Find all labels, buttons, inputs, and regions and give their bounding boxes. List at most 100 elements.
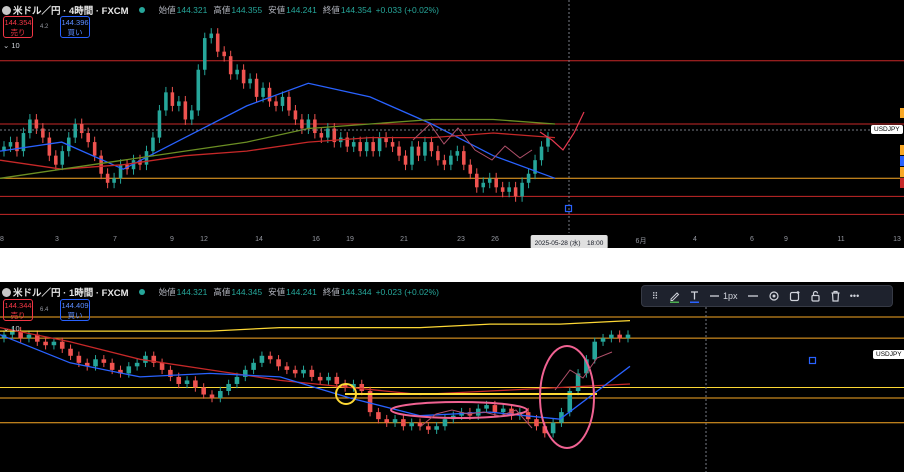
- level-marker: [900, 167, 904, 177]
- drawing-toolbar[interactable]: ⠿ 1px •••: [641, 285, 893, 307]
- candle-body: [68, 348, 73, 356]
- candle-body: [43, 341, 48, 346]
- symbol-header: 米ドル／円 · 4時間 · FXCM 始値 144.321 高値 144.355 安…: [0, 3, 439, 17]
- candle-body: [134, 362, 140, 367]
- price-tag: USDJPY: [873, 350, 904, 359]
- change-value: +0.033 (+0.02%): [375, 5, 439, 15]
- high-label: 高値: [213, 5, 231, 15]
- candle-body: [317, 376, 323, 381]
- symbol-title[interactable]: 米ドル／円 · 1時間 · FXCM: [13, 285, 129, 299]
- candle-body: [254, 78, 259, 97]
- line-width-icon[interactable]: [747, 289, 759, 303]
- candle-body: [326, 376, 331, 381]
- candle-body: [301, 369, 306, 374]
- sell-button[interactable]: 144.344 売り: [3, 299, 33, 321]
- settings-icon[interactable]: [768, 289, 780, 303]
- candle-body: [234, 376, 240, 384]
- lock-icon[interactable]: [810, 289, 821, 303]
- candle-body: [190, 110, 194, 120]
- candle-body: [235, 69, 239, 75]
- candle-body: [209, 33, 214, 39]
- candle-body: [403, 155, 408, 165]
- candle-body: [609, 334, 614, 339]
- buy-button[interactable]: 144.409 買い: [60, 299, 90, 321]
- candle-body: [176, 376, 182, 384]
- candle-body: [507, 187, 511, 192]
- candle-body: [409, 422, 414, 427]
- open-value: 144.321: [176, 5, 208, 15]
- candle-body: [426, 426, 431, 430]
- candle-body: [481, 182, 486, 188]
- candle-body: [28, 119, 32, 134]
- candle-body: [47, 137, 52, 156]
- drag-handle-icon[interactable]: ⠿: [650, 289, 660, 303]
- candle-body: [364, 142, 369, 152]
- candle-body: [261, 87, 265, 97]
- candle-body: [226, 383, 231, 391]
- trash-icon[interactable]: [830, 289, 841, 303]
- buy-label: 買い: [67, 28, 83, 37]
- text-icon[interactable]: [689, 289, 700, 303]
- chart-area-1h[interactable]: [0, 282, 904, 472]
- candle-body: [54, 155, 58, 165]
- candle-body: [600, 338, 606, 342]
- spread-value: 4.2: [40, 24, 49, 30]
- currency-flag-icon: [2, 287, 11, 297]
- candle-body: [292, 369, 298, 374]
- pencil-icon[interactable]: [669, 289, 680, 303]
- x-tick-label: 12: [200, 236, 208, 243]
- wave-path: [412, 123, 533, 161]
- indicators-toggle[interactable]: ⌄ 10: [3, 41, 20, 50]
- candle-body: [392, 419, 398, 423]
- candle-body: [520, 182, 524, 197]
- chart-panel-1h[interactable]: 米ドル／円 · 1時間 · FXCM 始値 144.321 高値 144.345 安…: [0, 282, 904, 472]
- alert-icon[interactable]: [789, 289, 801, 303]
- candle-body: [202, 38, 207, 70]
- chevron-down-icon: ⌄: [3, 41, 10, 50]
- candle-body: [449, 155, 453, 165]
- candle-body: [109, 362, 115, 370]
- candle-body: [319, 133, 324, 138]
- close-value: 144.344: [340, 287, 372, 297]
- close-value: 144.354: [340, 5, 372, 15]
- buy-button[interactable]: 144.396 買い: [60, 16, 90, 38]
- candle-body: [76, 355, 82, 363]
- x-tick-label: 14: [255, 236, 263, 243]
- more-icon[interactable]: •••: [850, 289, 860, 303]
- indicators-toggle[interactable]: ⌄ 10: [3, 324, 20, 333]
- candle-body: [487, 178, 492, 183]
- candle-body: [442, 160, 447, 165]
- x-tick-label: 21: [400, 236, 408, 243]
- symbol-header: 米ドル／円 · 1時間 · FXCM 始値 144.321 高値 144.345 安…: [0, 285, 439, 299]
- x-tick-label: 16: [312, 236, 320, 243]
- candle-body: [351, 142, 356, 147]
- candle-body: [118, 164, 123, 179]
- candle-body: [500, 187, 505, 192]
- candle-body: [280, 96, 285, 106]
- candle-body: [177, 101, 181, 106]
- candle-body: [492, 405, 498, 413]
- indicator-count: 10: [11, 41, 20, 50]
- spread-value: 6.4: [40, 307, 49, 313]
- candle-body: [546, 137, 550, 147]
- candle-body: [416, 146, 421, 156]
- candle-body: [377, 137, 382, 152]
- sell-button[interactable]: 144.354 売り: [3, 16, 33, 38]
- price-tag: USDJPY: [871, 125, 903, 134]
- moving-average-line: [0, 319, 631, 332]
- candle-body: [218, 391, 223, 399]
- candle-body: [267, 355, 273, 360]
- symbol-title[interactable]: 米ドル／円 · 4時間 · FXCM: [13, 3, 129, 17]
- candle-body: [284, 366, 290, 370]
- chart-panel-4h[interactable]: 米ドル／円 · 4時間 · FXCM 始値 144.321 高値 144.355 安…: [0, 0, 904, 248]
- candle-body: [500, 408, 506, 413]
- x-tick-label: 13: [893, 236, 901, 243]
- line-style-icon[interactable]: 1px: [709, 289, 738, 303]
- chart-area-4h[interactable]: [0, 0, 904, 233]
- buy-price: 144.409: [61, 301, 89, 310]
- market-status-icon: [138, 7, 145, 13]
- candle-body: [73, 124, 78, 138]
- candle-body: [60, 151, 65, 165]
- candle-body: [468, 164, 473, 174]
- time-axis[interactable]: 8 3 7 9 12 14 16 19 21 23 26 2025-05-28 …: [0, 233, 904, 248]
